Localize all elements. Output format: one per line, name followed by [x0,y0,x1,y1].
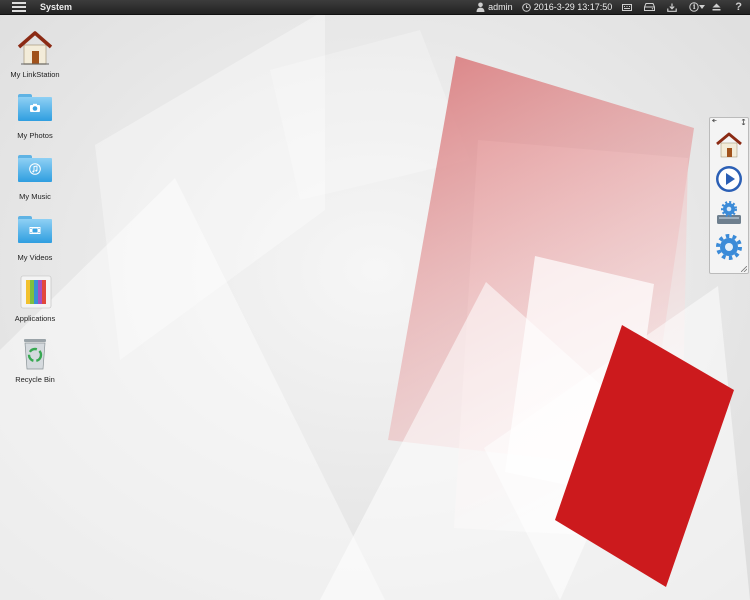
desktop-icon-label: My Videos [17,253,53,262]
clock-display[interactable]: 2016-3-29 13:17:50 [521,0,613,14]
gear-icon [716,234,742,260]
top-bar: System admin 2016-3-29 13:17:50 i ? [0,0,750,15]
music-folder-icon [18,155,52,182]
house-icon [716,132,742,158]
drive-settings-icon [717,200,741,224]
eject-button[interactable] [712,0,721,14]
resize-handle-icon[interactable] [741,266,747,272]
info-menu[interactable]: i [689,0,706,14]
username: admin [488,2,513,12]
desktop-icon-my-photos[interactable]: My Photos [5,89,65,140]
play-icon [716,166,742,192]
chevron-down-icon [699,5,706,9]
desktop-icon-my-videos[interactable]: My Videos [5,211,65,262]
user-icon [476,2,485,12]
back-arrow-icon[interactable] [712,119,717,125]
clock-icon [521,2,531,12]
help-icon: ? [735,1,742,13]
video-folder-icon [18,216,52,243]
drive-button[interactable] [644,0,656,14]
swap-arrows-icon[interactable] [741,119,746,125]
dock-header [710,118,748,126]
desktop-icon-label: Recycle Bin [15,375,55,384]
dock-media-player[interactable] [714,164,744,194]
desktop-icon-my-music[interactable]: My Music [5,150,65,201]
desktop-icon-label: My LinkStation [10,70,60,79]
keyboard-icon [622,3,633,11]
desktop-icon-label: Applications [14,314,56,323]
info-glyph: i [692,2,696,11]
desktop-icon-label: My Photos [17,131,53,140]
eject-icon [712,3,721,11]
dock-settings[interactable] [714,232,744,262]
help-button[interactable]: ? [735,0,742,14]
applications-icon [20,275,52,309]
dock-storage-settings[interactable] [714,198,744,228]
house-icon [17,31,53,65]
camera-folder-icon [18,94,52,121]
desktop-icon-label: My Music [19,192,51,201]
keyboard-button[interactable] [622,0,633,14]
desktop-icon-applications[interactable]: Applications [5,272,65,323]
hamburger-menu-icon[interactable] [12,2,26,12]
download-button[interactable] [667,0,678,14]
datetime: 2016-3-29 13:17:50 [533,2,613,12]
desktop-icon-my-linkstation[interactable]: My LinkStation [5,28,65,79]
dock-home[interactable] [714,130,744,160]
download-icon [667,3,678,12]
drive-icon [644,3,656,11]
user-menu[interactable]: admin [476,0,513,14]
side-dock [709,117,749,274]
system-menu-label[interactable]: System [40,2,72,12]
recycle-bin-icon [24,339,46,370]
desktop-icon-recycle-bin[interactable]: Recycle Bin [5,333,65,384]
desktop-wallpaper [0,0,750,600]
